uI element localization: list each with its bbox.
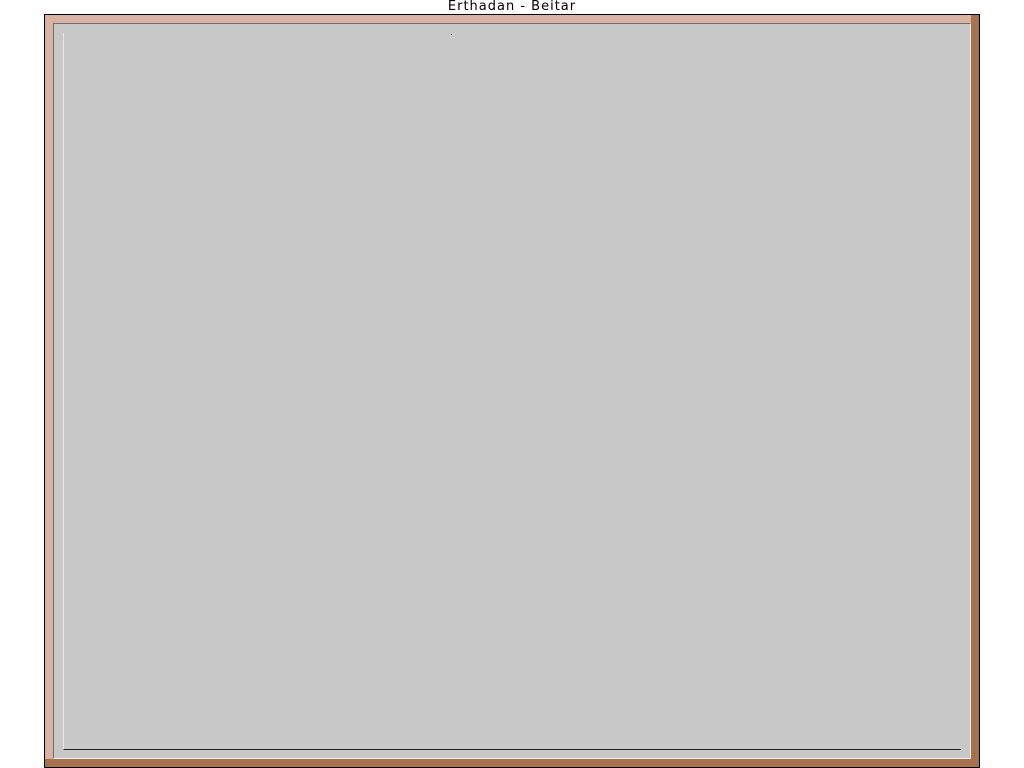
cursor-marker	[451, 34, 452, 35]
text-area[interactable]	[63, 33, 961, 750]
window-frame	[44, 14, 980, 768]
screen: Erthadan - Beitar	[0, 0, 1024, 768]
window-title: Erthadan - Beitar	[447, 0, 577, 14]
content-panel[interactable]	[53, 23, 971, 759]
